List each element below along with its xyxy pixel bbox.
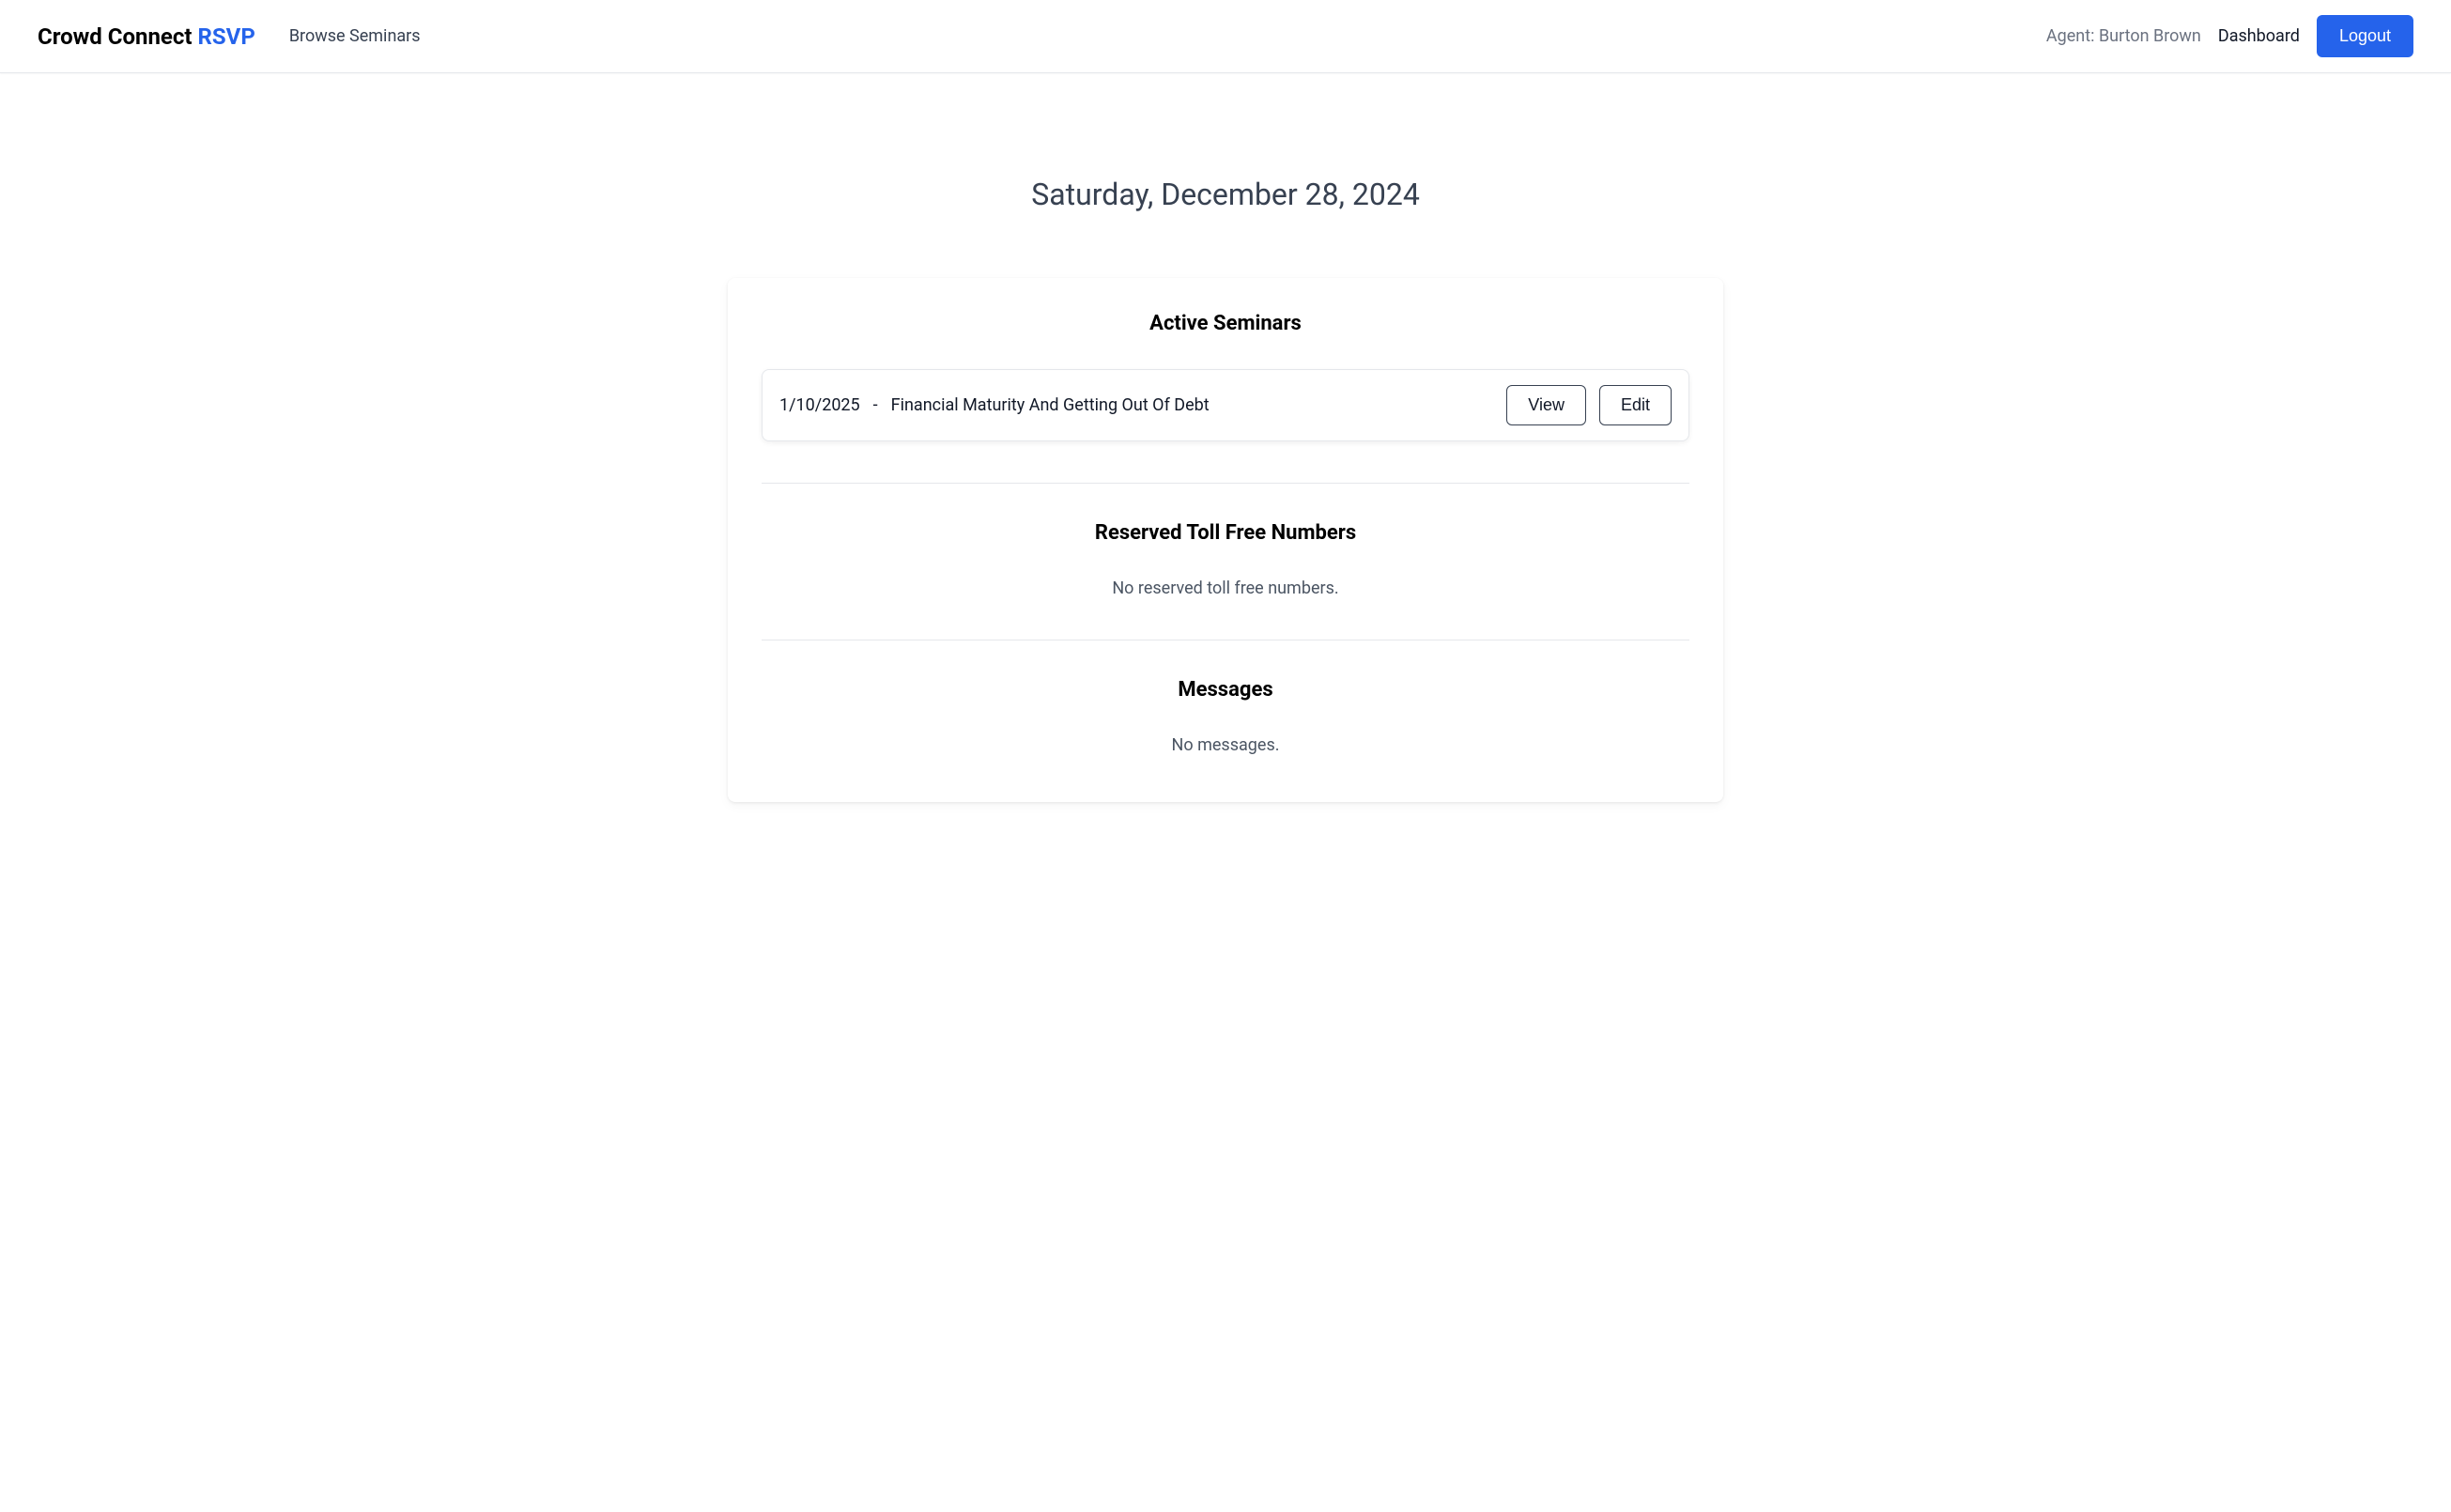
view-button[interactable]: View bbox=[1506, 385, 1586, 425]
seminar-actions: View Edit bbox=[1506, 385, 1672, 425]
seminar-date: 1/10/2025 bbox=[779, 395, 860, 415]
toll-free-empty-text: No reserved toll free numbers. bbox=[762, 579, 1689, 598]
dashboard-card: Active Seminars 1/10/2025 - Financial Ma… bbox=[728, 278, 1723, 802]
dashboard-link[interactable]: Dashboard bbox=[2218, 26, 2300, 46]
active-seminars-title: Active Seminars bbox=[762, 312, 1689, 335]
messages-empty-text: No messages. bbox=[762, 735, 1689, 755]
main-content: Saturday, December 28, 2024 Active Semin… bbox=[709, 177, 1742, 802]
toll-free-title: Reserved Toll Free Numbers bbox=[762, 521, 1689, 545]
section-divider bbox=[762, 483, 1689, 484]
messages-title: Messages bbox=[762, 678, 1689, 702]
seminar-row: 1/10/2025 - Financial Maturity And Getti… bbox=[762, 369, 1689, 441]
seminar-info: 1/10/2025 - Financial Maturity And Getti… bbox=[779, 395, 1210, 415]
logo-primary-text: Crowd Connect bbox=[38, 23, 198, 50]
logo-accent-text: RSVP bbox=[198, 23, 255, 50]
header-right: Agent: Burton Brown Dashboard Logout bbox=[2046, 15, 2413, 57]
edit-button[interactable]: Edit bbox=[1599, 385, 1672, 425]
browse-seminars-link[interactable]: Browse Seminars bbox=[289, 26, 421, 46]
date-heading: Saturday, December 28, 2024 bbox=[728, 177, 1723, 212]
header-left: Crowd Connect RSVP Browse Seminars bbox=[38, 23, 421, 50]
seminar-separator: - bbox=[873, 395, 878, 415]
header: Crowd Connect RSVP Browse Seminars Agent… bbox=[0, 0, 2451, 73]
logout-button[interactable]: Logout bbox=[2317, 15, 2413, 57]
logo[interactable]: Crowd Connect RSVP bbox=[38, 23, 255, 50]
agent-label: Agent: Burton Brown bbox=[2046, 26, 2201, 46]
seminar-title: Financial Maturity And Getting Out Of De… bbox=[891, 395, 1210, 415]
